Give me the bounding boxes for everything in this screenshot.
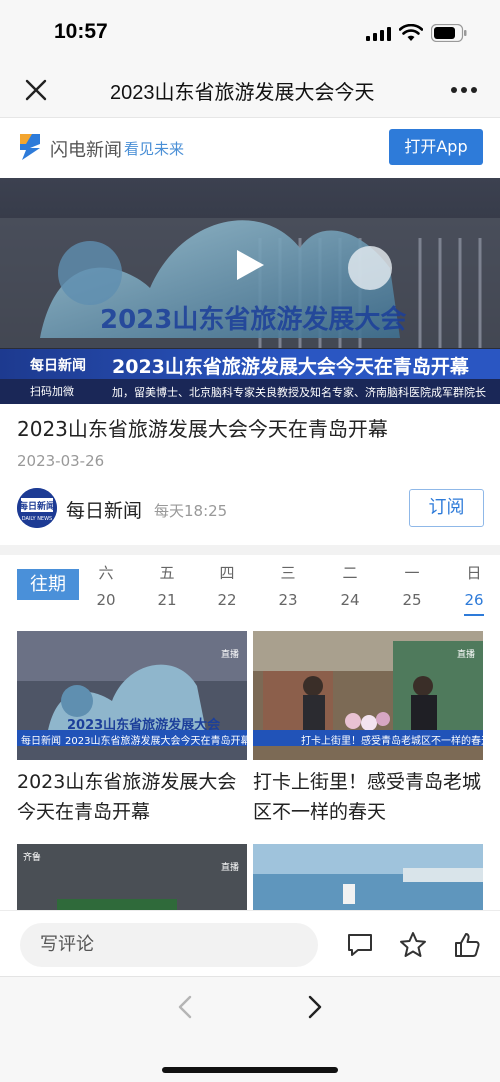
section-divider <box>0 545 500 555</box>
thumbnail-station: 齐鲁 <box>23 853 42 863</box>
thumbnail-image <box>253 844 483 910</box>
episode-title: 打卡上街里！感受青岛老城区不一样的春天 <box>253 771 482 823</box>
day-item[interactable]: 三 23 <box>258 560 318 616</box>
channel-name[interactable]: 每日新闻 <box>66 496 142 523</box>
article-date: 2023-03-26 <box>17 452 105 470</box>
day-item-selected[interactable]: 日 26 <box>444 560 500 616</box>
day-date: 21 <box>157 591 177 609</box>
past-episodes-label[interactable]: 往期 <box>17 569 79 600</box>
app-download-banner: 闪电新闻 看见未来 打开App <box>0 118 500 178</box>
daily-news-logo-icon: 每日新闻 DAILY NEWS <box>17 488 57 528</box>
episode-title: 2023山东省旅游发展大会今天在青岛开幕 <box>17 771 237 823</box>
day-weekday: 五 <box>159 564 175 582</box>
status-bar: 10:57 <box>0 0 500 62</box>
video-caption: 2023山东省旅游发展大会今天在青岛开幕 <box>112 356 469 378</box>
day-weekday: 六 <box>98 564 114 582</box>
open-app-button[interactable]: 打开App <box>389 129 483 165</box>
episode-card[interactable]: 直播 打卡上街里！感受青岛老城区不一样的春天 打卡上街里！感受青岛老城区不一样的… <box>253 631 483 823</box>
lightning-logo-icon <box>20 134 40 160</box>
day-weekday: 二 <box>342 564 358 582</box>
status-time: 10:57 <box>54 20 108 43</box>
day-item[interactable]: 六 20 <box>76 560 136 616</box>
day-weekday: 四 <box>219 564 235 582</box>
live-tag: 直播 <box>220 650 239 660</box>
ticker-text: 加，留美博士、北京脑科专家关良教授及知名专家、济南脑科医院成军群院长 <box>112 386 486 399</box>
day-weekday: 日 <box>466 564 482 582</box>
page-title: 2023山东省旅游发展大会今天 <box>110 82 375 104</box>
day-date: 24 <box>340 591 360 609</box>
play-icon[interactable] <box>234 248 266 282</box>
thumbnail-caption: 打卡上街里！感受青岛老城区不一样的春天 <box>301 736 483 747</box>
live-tag: 直播 <box>220 863 239 873</box>
channel-avatar[interactable]: 每日新闻 DAILY NEWS <box>17 488 57 528</box>
day-item[interactable]: 五 21 <box>137 560 197 616</box>
comment-icon[interactable] <box>346 931 374 959</box>
channel-schedule: 每天18:25 <box>154 502 228 520</box>
close-icon[interactable] <box>22 76 50 104</box>
episode-card[interactable]: 2023山东省旅游发展大会 直播 2023山东省旅游发展大会今天在青岛开幕 每日… <box>17 631 247 823</box>
forward-arrow-icon[interactable] <box>302 995 326 1019</box>
comment-input[interactable]: 写评论 <box>20 923 318 967</box>
ticker-label: 扫码加微 <box>30 385 74 398</box>
svg-text:每日新闻: 每日新闻 <box>19 500 55 512</box>
home-indicator[interactable] <box>162 1067 338 1073</box>
brand-slogan: 看见未来 <box>124 140 185 158</box>
video-caption-bar: 每日新闻 2023山东省旅游发展大会今天在青岛开幕 <box>0 349 500 379</box>
thumbnail-caption: 2023山东省旅游发展大会今天在青岛开幕 <box>65 736 247 747</box>
nav-bar: 2023山东省旅游发展大会今天 <box>0 62 500 118</box>
day-weekday: 一 <box>404 564 420 582</box>
episode-thumbnail: 齐鲁 直播 <box>17 844 247 910</box>
day-date: 20 <box>96 591 116 609</box>
day-item[interactable]: 二 24 <box>320 560 380 616</box>
episode-card[interactable]: 齐鲁 直播 <box>17 844 247 910</box>
video-player[interactable]: 2023山东省旅游发展大会 每日新闻 2023山东省旅游发展大会今天在青岛开幕 … <box>0 178 500 404</box>
video-station-logo: 每日新闻 <box>30 358 86 374</box>
live-tag: 直播 <box>456 650 475 660</box>
battery-icon <box>431 24 467 42</box>
more-options-icon[interactable] <box>446 80 482 100</box>
back-arrow-icon[interactable] <box>174 995 198 1019</box>
day-date: 23 <box>278 591 298 609</box>
thumbnail-caption-bar: 2023山东省旅游发展大会今天在青岛开幕 每日新闻 <box>17 730 247 747</box>
day-date: 25 <box>402 591 422 609</box>
day-weekday: 三 <box>280 564 296 582</box>
wifi-icon <box>399 24 423 41</box>
brand-name: 闪电新闻 <box>50 140 122 161</box>
day-item[interactable]: 一 25 <box>382 560 442 616</box>
day-date: 22 <box>217 591 237 609</box>
cellular-signal-icon <box>366 27 391 41</box>
day-date: 26 <box>464 591 484 609</box>
star-icon[interactable] <box>399 931 427 959</box>
thumbnail-station: 每日新闻 <box>21 736 61 747</box>
subscribe-button[interactable]: 订阅 <box>409 489 484 527</box>
article-title: 2023山东省旅游发展大会今天在青岛开幕 <box>17 417 388 441</box>
episode-thumbnail <box>253 844 483 910</box>
like-thumbs-up-icon[interactable] <box>453 931 481 959</box>
episode-card[interactable] <box>253 844 483 910</box>
date-selector: 六 20 五 21 四 22 三 23 二 24 一 25 日 26 <box>76 560 500 616</box>
browser-toolbar <box>0 976 500 1082</box>
svg-text:DAILY NEWS: DAILY NEWS <box>22 516 52 522</box>
svg-text:2023山东省旅游发展大会: 2023山东省旅游发展大会 <box>100 304 406 335</box>
episode-thumbnail: 2023山东省旅游发展大会 直播 2023山东省旅游发展大会今天在青岛开幕 每日… <box>17 631 247 760</box>
video-ticker: 扫码加微 加，留美博士、北京脑科专家关良教授及知名专家、济南脑科医院成军群院长 <box>0 379 500 404</box>
comment-bar: 写评论 <box>0 910 500 976</box>
thumbnail-caption-bar: 打卡上街里！感受青岛老城区不一样的春天 <box>253 730 483 747</box>
day-item[interactable]: 四 22 <box>197 560 257 616</box>
episode-thumbnail: 直播 打卡上街里！感受青岛老城区不一样的春天 <box>253 631 483 760</box>
thumbnail-image <box>17 844 247 910</box>
